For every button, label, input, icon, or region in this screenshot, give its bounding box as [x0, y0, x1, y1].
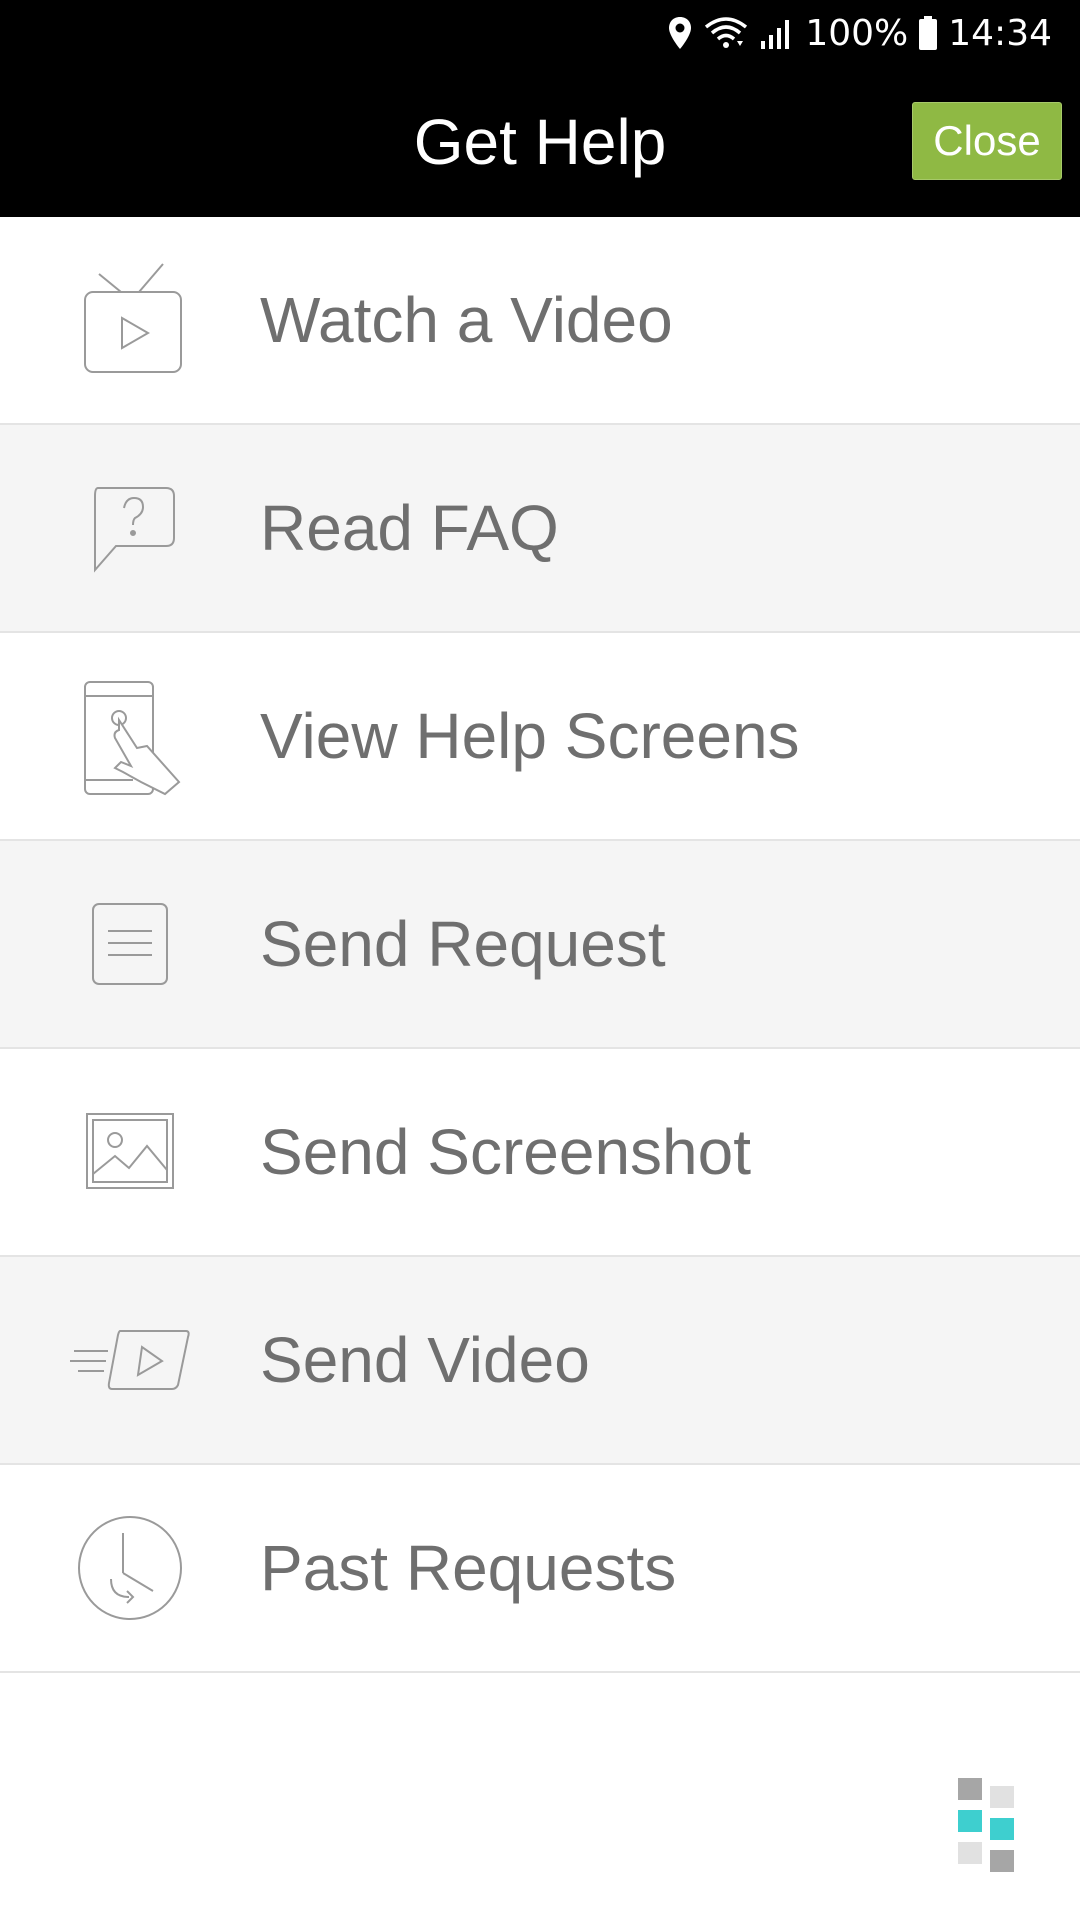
menu-item-past-requests[interactable]: Past Requests [0, 1465, 1080, 1673]
help-menu: Watch a Video Read FAQ View Help Screens [0, 217, 1080, 1673]
menu-item-label: Send Screenshot [260, 1116, 751, 1188]
menu-item-label: View Help Screens [260, 700, 800, 772]
menu-item-label: Watch a Video [260, 284, 673, 356]
menu-item-watch-video[interactable]: Watch a Video [0, 217, 1080, 425]
video-send-icon [60, 1295, 200, 1425]
menu-item-label: Past Requests [260, 1532, 677, 1604]
close-button[interactable]: Close [912, 102, 1062, 180]
app-header: Get Help Close [0, 66, 1080, 217]
document-icon [60, 879, 200, 1009]
clock-time: 14:34 [948, 12, 1052, 54]
signal-icon [759, 13, 795, 53]
menu-item-send-video[interactable]: Send Video [0, 1257, 1080, 1465]
battery-percent: 100% [805, 12, 909, 54]
menu-item-view-help-screens[interactable]: View Help Screens [0, 633, 1080, 841]
menu-item-label: Send Video [260, 1324, 590, 1396]
wifi-icon [703, 13, 749, 53]
menu-item-send-request[interactable]: Send Request [0, 841, 1080, 1049]
menu-item-send-screenshot[interactable]: Send Screenshot [0, 1049, 1080, 1257]
battery-icon [918, 13, 938, 53]
question-bubble-icon [60, 463, 200, 593]
brand-logo [956, 1776, 1020, 1876]
clock-history-icon [60, 1503, 200, 1633]
menu-item-label: Read FAQ [260, 492, 559, 564]
menu-item-label: Send Request [260, 908, 666, 980]
location-icon [667, 13, 693, 53]
status-bar: 100% 14:34 [0, 0, 1080, 66]
tv-play-icon [60, 255, 200, 385]
menu-item-read-faq[interactable]: Read FAQ [0, 425, 1080, 633]
phone-touch-icon [60, 671, 200, 801]
image-icon [60, 1087, 200, 1217]
